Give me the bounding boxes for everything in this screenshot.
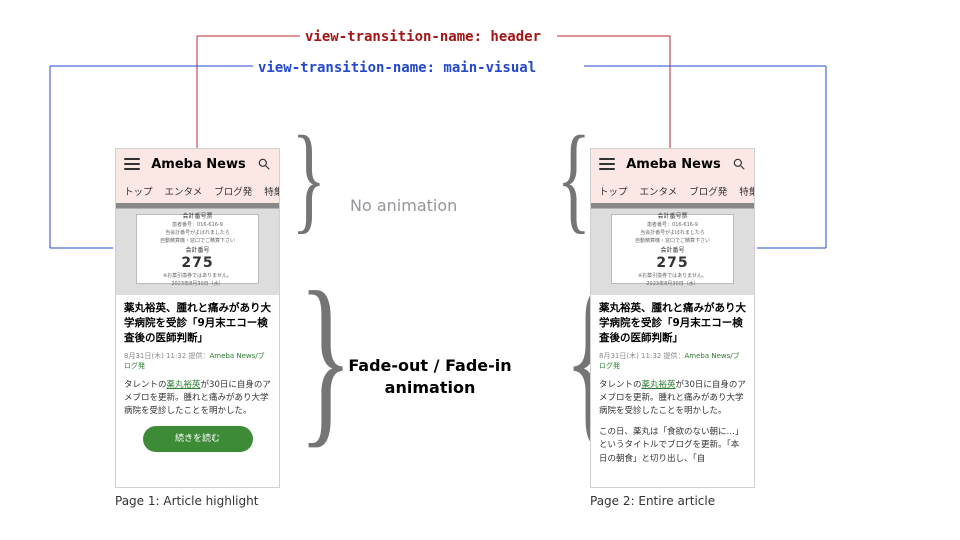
mobile-header: Ameba News トップ エンタメ ブログ発 特集 <box>116 149 279 203</box>
highlighted-name[interactable]: 薬丸裕英 <box>642 380 676 390</box>
ticket-line: 当会計番号がよばれましたら <box>165 229 230 236</box>
search-icon[interactable] <box>732 157 746 171</box>
page1-caption: Page 1: Article highlight <box>115 494 258 508</box>
view-transition-header-label: view-transition-name: header <box>305 29 541 45</box>
main-visual: 会計番号票 患者番号：016-616-9 当会計番号がよばれましたら 自動精算機… <box>591 203 754 295</box>
read-more-button[interactable]: 続きを読む <box>143 426 253 452</box>
main-visual: 会計番号票 患者番号：016-616-9 当会計番号がよばれましたら 自動精算機… <box>116 203 279 295</box>
nav-tab[interactable]: トップ <box>599 184 628 198</box>
article-paragraph-2: この日、薬丸は「食欲のない朝に…」というタイトルでブログを更新。「本日の朝食」と… <box>599 426 746 466</box>
article-date: 8月31日(木) 11:32 <box>124 352 186 360</box>
site-logo: Ameba News <box>151 157 245 172</box>
ticket-stub: 会計番号票 患者番号：016-616-9 当会計番号がよばれましたら 自動精算機… <box>136 214 258 284</box>
article-excerpt: タレントの薬丸裕英が30日に自身のアメブロを更新。腫れと痛みがあり大学病院を受診… <box>599 379 746 419</box>
nav-tab[interactable]: トップ <box>124 184 153 198</box>
page2-mobile-frame: Ameba News トップ エンタメ ブログ発 特集 会計番号票 患者番号：0… <box>590 148 755 488</box>
article-byline: 8月31日(木) 11:32 提供：Ameba News/ブログ発 <box>599 351 746 371</box>
ticket-title: 会計番号票 <box>657 211 687 220</box>
article-date: 8月31日(木) 11:32 <box>599 352 661 360</box>
ticket-line: 患者番号：016-616-9 <box>172 221 223 228</box>
nav-tabs[interactable]: トップ エンタメ ブログ発 特集 <box>591 179 754 203</box>
view-transition-visual-label: view-transition-name: main-visual <box>258 60 536 76</box>
article-headline: 薬丸裕英、腫れと痛みがあり大学病院を受診「9月末エコー検査後の医師判断」 <box>599 301 746 347</box>
nav-tab[interactable]: エンタメ <box>165 184 203 198</box>
nav-tab[interactable]: ブログ発 <box>214 184 252 198</box>
search-icon[interactable] <box>257 157 271 171</box>
article-byline: 8月31日(木) 11:32 提供：Ameba News/ブログ発 <box>124 351 271 371</box>
ticket-foot: ※お薬引換券ではありません。 <box>638 272 707 279</box>
nav-tab[interactable]: 特集 <box>264 184 279 198</box>
provider-label: 提供： <box>663 352 684 360</box>
ticket-number-label: 会計番号 <box>185 245 209 254</box>
ticket-number: 275 <box>181 255 213 271</box>
highlighted-name[interactable]: 薬丸裕英 <box>167 380 201 390</box>
ticket-foot: ※お薬引換券ではありません。 <box>163 272 232 279</box>
ticket-number: 275 <box>656 255 688 271</box>
no-animation-label: No animation <box>350 196 457 215</box>
brace-top-right: } <box>292 118 327 238</box>
ticket-stub: 会計番号票 患者番号：016-616-9 当会計番号がよばれましたら 自動精算機… <box>611 214 733 284</box>
ticket-line: 自動精算機・窓口でご精算下さい <box>635 237 710 244</box>
hamburger-icon[interactable] <box>599 158 615 170</box>
ticket-line: 自動精算機・窓口でご精算下さい <box>160 237 235 244</box>
ticket-line: 当会計番号がよばれましたら <box>640 229 705 236</box>
nav-tab[interactable]: エンタメ <box>640 184 678 198</box>
article-excerpt: タレントの薬丸裕英が30日に自身のアメブロを更新。腫れと痛みがあり大学病院を受診… <box>124 379 271 419</box>
article-body: 薬丸裕英、腫れと痛みがあり大学病院を受診「9月末エコー検査後の医師判断」 8月3… <box>116 295 279 460</box>
ticket-line: 患者番号：016-616-9 <box>647 221 698 228</box>
ticket-date: 2023年8月30日（水） <box>171 280 223 287</box>
brace-top-left: } <box>557 118 592 238</box>
fade-animation-label: Fade-out / Fade-in animation <box>330 355 530 398</box>
article-body: 薬丸裕英、腫れと痛みがあり大学病院を受診「9月末エコー検査後の医師判断」 8月3… <box>591 295 754 474</box>
nav-tab[interactable]: ブログ発 <box>689 184 727 198</box>
hamburger-icon[interactable] <box>124 158 140 170</box>
article-headline: 薬丸裕英、腫れと痛みがあり大学病院を受診「9月末エコー検査後の医師判断」 <box>124 301 271 347</box>
ticket-date: 2023年8月30日（水） <box>646 280 698 287</box>
nav-tab[interactable]: 特集 <box>739 184 754 198</box>
site-logo: Ameba News <box>626 157 720 172</box>
page1-mobile-frame: Ameba News トップ エンタメ ブログ発 特集 会計番号票 患者番号：0… <box>115 148 280 488</box>
nav-tabs[interactable]: トップ エンタメ ブログ発 特集 <box>116 179 279 203</box>
provider-label: 提供： <box>188 352 209 360</box>
ticket-number-label: 会計番号 <box>660 245 684 254</box>
page2-caption: Page 2: Entire article <box>590 494 715 508</box>
mobile-header: Ameba News トップ エンタメ ブログ発 特集 <box>591 149 754 203</box>
ticket-title: 会計番号票 <box>182 211 212 220</box>
